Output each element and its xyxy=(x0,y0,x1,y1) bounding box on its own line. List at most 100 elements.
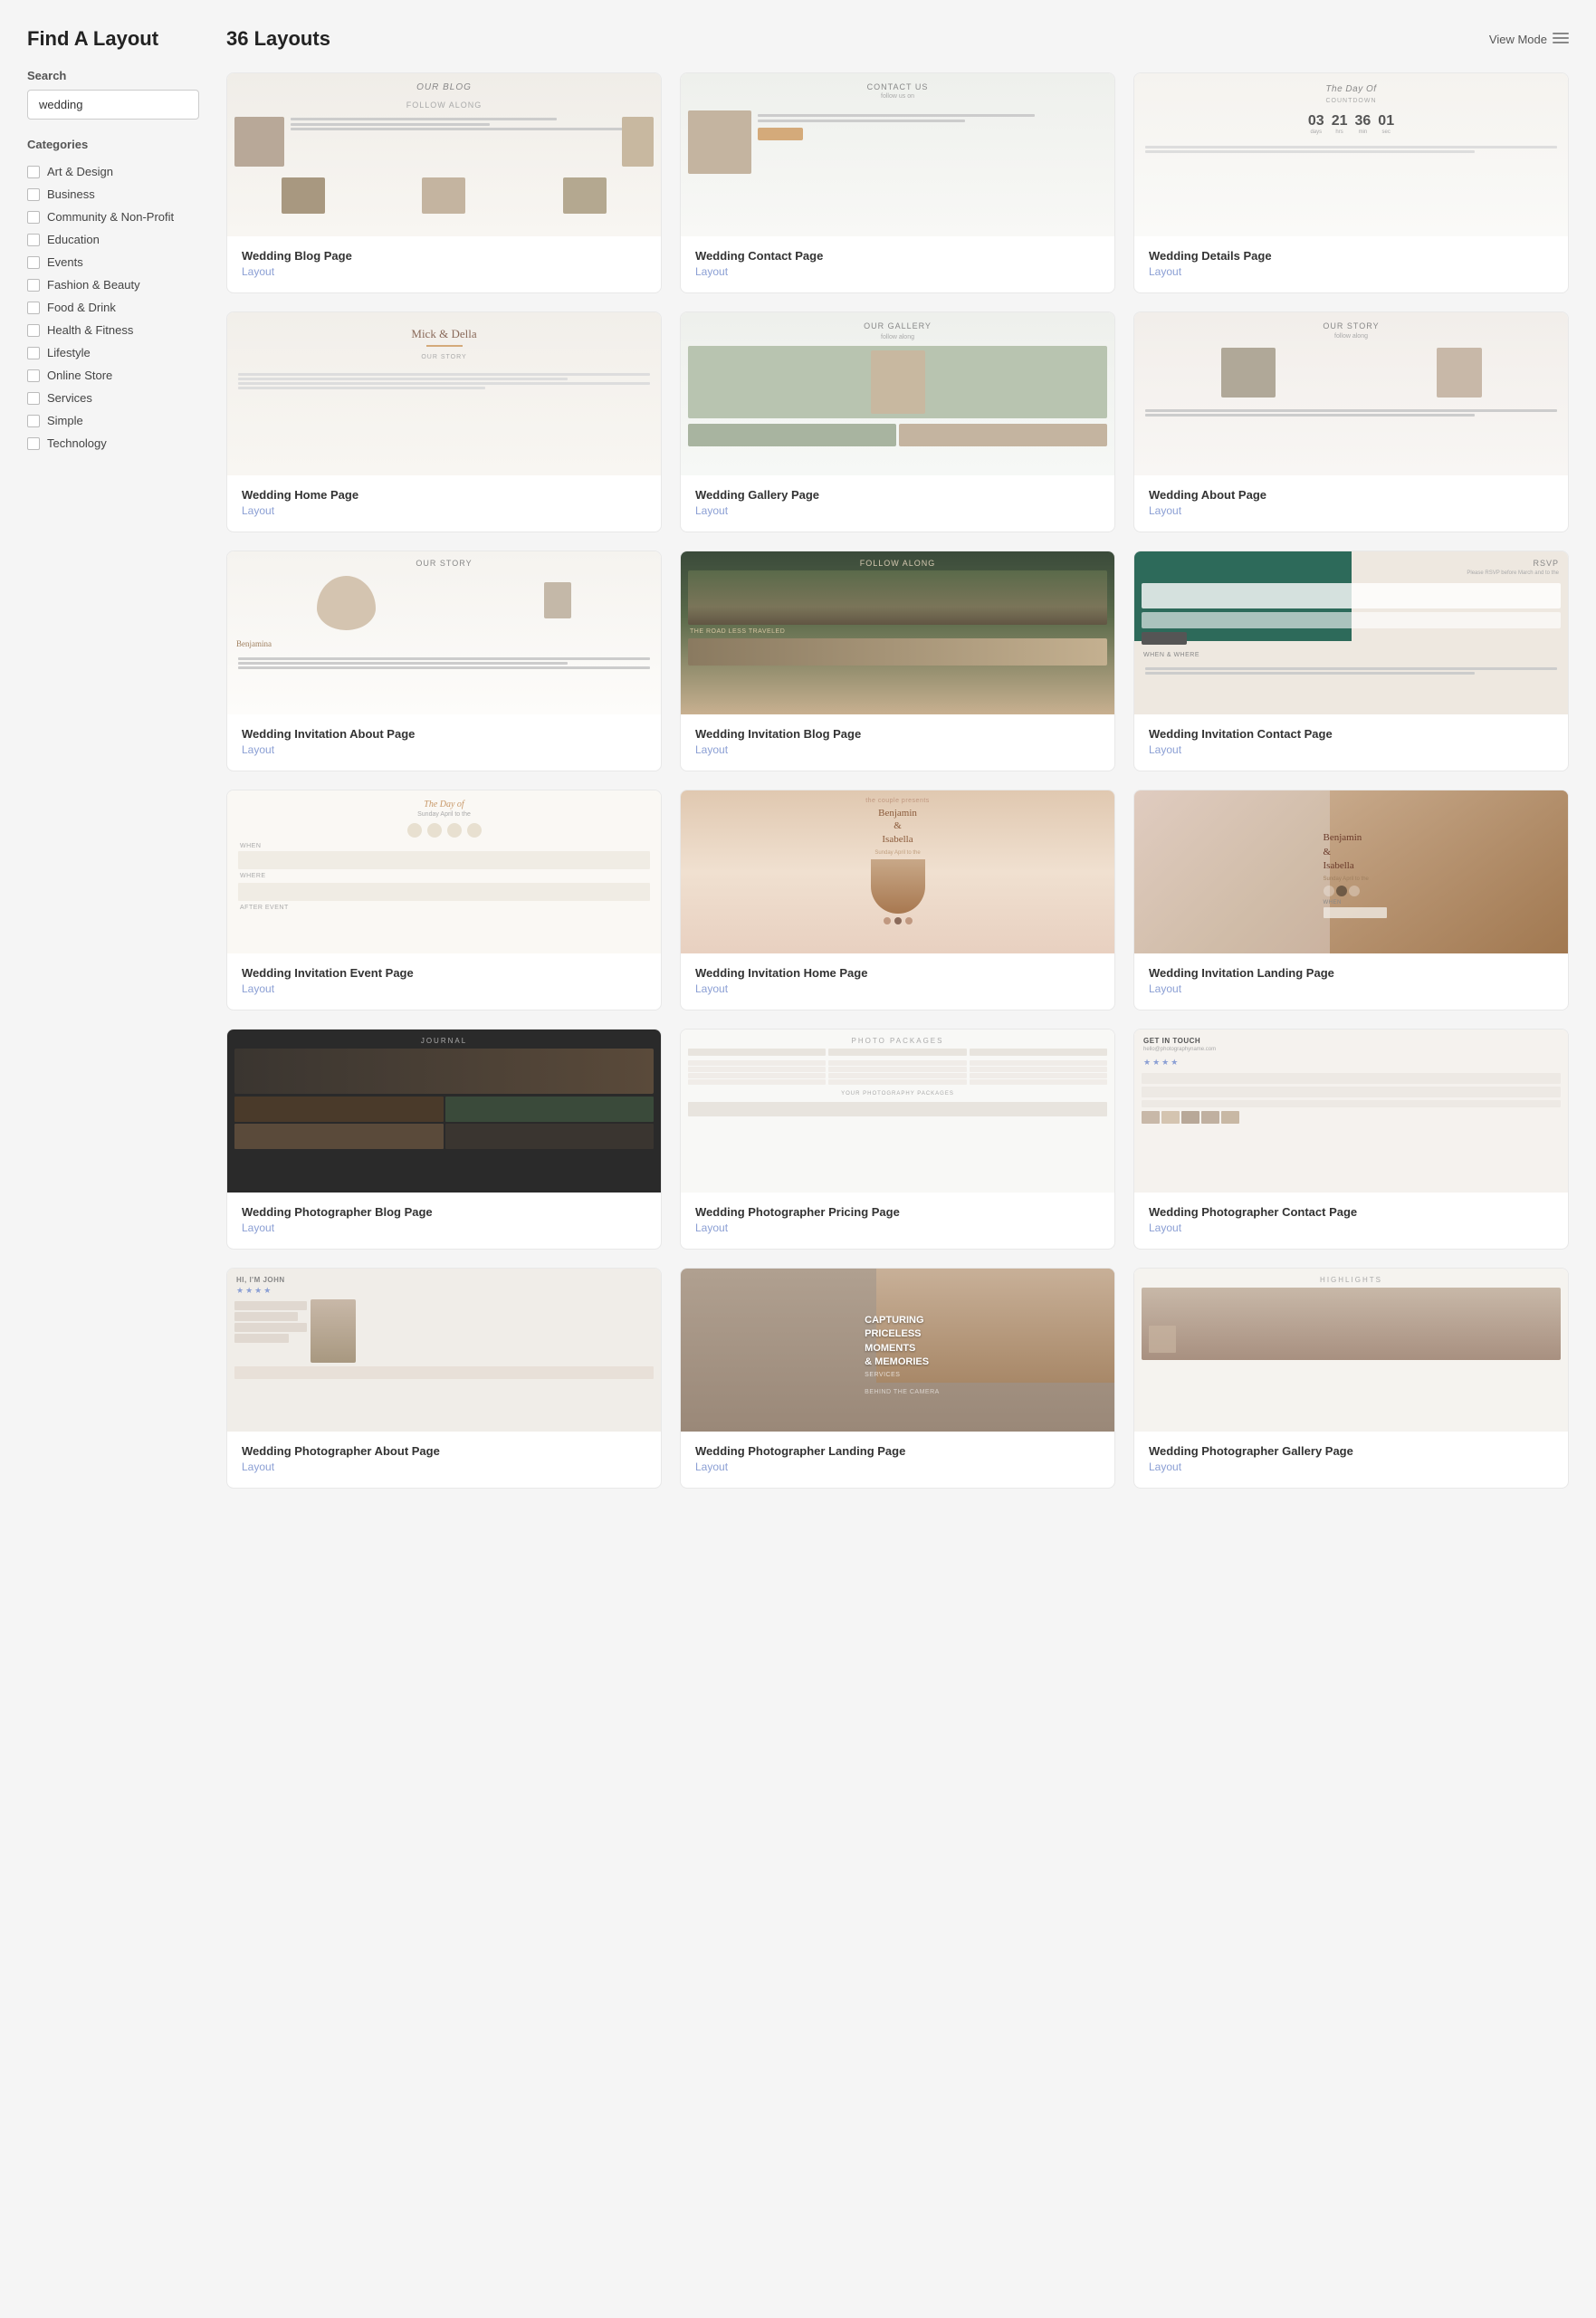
layout-type: Layout xyxy=(1149,504,1553,517)
preview-photo-landing: CAPTURINGPRICELESSMOMENTS& MEMORIES SERV… xyxy=(681,1269,1114,1432)
category-list: Art & Design Business Community & Non-Pr… xyxy=(27,160,199,455)
layout-card-wedding-gallery[interactable]: Our Gallery follow along xyxy=(680,311,1115,532)
preview-photo-about: HI, I'M JOHN ★ ★ ★ ★ xyxy=(227,1269,661,1432)
category-label-technology: Technology xyxy=(47,436,107,450)
layout-type: Layout xyxy=(695,1461,1100,1473)
preview-photo-pricing: PHOTO PACKAGES xyxy=(681,1030,1114,1193)
sidebar-item-technology[interactable]: Technology xyxy=(27,432,199,455)
checkbox-health[interactable] xyxy=(27,324,40,337)
checkbox-events[interactable] xyxy=(27,256,40,269)
layout-card-inv-blog[interactable]: Follow Along The Road Less Traveled Wedd… xyxy=(680,551,1115,771)
layout-name: Wedding About Page xyxy=(1149,488,1553,502)
layout-name: Wedding Photographer About Page xyxy=(242,1444,646,1458)
layout-name: Wedding Photographer Contact Page xyxy=(1149,1205,1553,1219)
layout-card-wedding-contact[interactable]: Contact US follow us on Wed xyxy=(680,72,1115,293)
main-content: 36 Layouts View Mode Our Blog follow alo… xyxy=(226,27,1569,2291)
category-label-food: Food & Drink xyxy=(47,301,116,314)
layout-info-inv-home: Wedding Invitation Home Page Layout xyxy=(681,953,1114,1010)
sidebar-item-art-design[interactable]: Art & Design xyxy=(27,160,199,183)
category-label-services: Services xyxy=(47,391,92,405)
layout-info-wedding-home: Wedding Home Page Layout xyxy=(227,475,661,532)
checkbox-technology[interactable] xyxy=(27,437,40,450)
page-wrapper: Find A Layout Search Categories Art & De… xyxy=(0,0,1596,2318)
layout-info-inv-event: Wedding Invitation Event Page Layout xyxy=(227,953,661,1010)
sidebar-item-online-store[interactable]: Online Store xyxy=(27,364,199,387)
sidebar-item-community[interactable]: Community & Non-Profit xyxy=(27,206,199,228)
preview-wedding-contact: Contact US follow us on xyxy=(681,73,1114,236)
layout-card-photo-about[interactable]: HI, I'M JOHN ★ ★ ★ ★ xyxy=(226,1268,662,1489)
layout-card-inv-landing[interactable]: Benjamin&Isabella Sunday April to the Wh… xyxy=(1133,790,1569,1011)
preview-photo-gallery: HIGHLIGHTS xyxy=(1134,1269,1568,1432)
layout-type: Layout xyxy=(242,982,646,995)
sidebar-item-fashion[interactable]: Fashion & Beauty xyxy=(27,273,199,296)
checkbox-lifestyle[interactable] xyxy=(27,347,40,359)
sidebar-item-lifestyle[interactable]: Lifestyle xyxy=(27,341,199,364)
sidebar-item-health[interactable]: Health & Fitness xyxy=(27,319,199,341)
sidebar-title: Find A Layout xyxy=(27,27,199,51)
checkbox-art-design[interactable] xyxy=(27,166,40,178)
checkbox-community[interactable] xyxy=(27,211,40,224)
checkbox-online-store[interactable] xyxy=(27,369,40,382)
layout-info-photo-gallery: Wedding Photographer Gallery Page Layout xyxy=(1134,1432,1568,1488)
preview-inv-home: the couple presents Benjamin&Isabella Su… xyxy=(681,790,1114,953)
layout-name: Wedding Invitation Landing Page xyxy=(1149,966,1553,980)
layout-type: Layout xyxy=(695,1221,1100,1234)
category-label-online-store: Online Store xyxy=(47,369,112,382)
sidebar-item-events[interactable]: Events xyxy=(27,251,199,273)
layout-info-photo-landing: Wedding Photographer Landing Page Layout xyxy=(681,1432,1114,1488)
checkbox-business[interactable] xyxy=(27,188,40,201)
layout-type: Layout xyxy=(1149,1461,1553,1473)
layout-type: Layout xyxy=(242,1461,646,1473)
checkbox-fashion[interactable] xyxy=(27,279,40,292)
checkbox-simple[interactable] xyxy=(27,415,40,427)
checkbox-food[interactable] xyxy=(27,302,40,314)
layout-card-photo-pricing[interactable]: PHOTO PACKAGES xyxy=(680,1029,1115,1250)
layout-card-photo-blog[interactable]: JOURNAL Wedding Photographer Blog Page L… xyxy=(226,1029,662,1250)
layout-card-photo-landing[interactable]: CAPTURINGPRICELESSMOMENTS& MEMORIES SERV… xyxy=(680,1268,1115,1489)
category-label-community: Community & Non-Profit xyxy=(47,210,174,224)
layout-card-inv-event[interactable]: The Day of Sunday April to the When Wher… xyxy=(226,790,662,1011)
layout-info-photo-blog: Wedding Photographer Blog Page Layout xyxy=(227,1193,661,1249)
layout-card-inv-contact[interactable]: RSVP Please RSVP before March and to the… xyxy=(1133,551,1569,771)
search-input[interactable] xyxy=(27,90,199,120)
sidebar-item-simple[interactable]: Simple xyxy=(27,409,199,432)
layout-card-inv-about[interactable]: Our Story Benjamina We xyxy=(226,551,662,771)
layout-card-photo-contact[interactable]: GET IN TOUCH hello@photographyname.com ★… xyxy=(1133,1029,1569,1250)
layout-info-inv-landing: Wedding Invitation Landing Page Layout xyxy=(1134,953,1568,1010)
layout-type: Layout xyxy=(242,504,646,517)
layout-card-wedding-home[interactable]: Mick & Della Our Story Wedding Home Page xyxy=(226,311,662,532)
view-mode-icon xyxy=(1553,33,1569,45)
layout-name: Wedding Photographer Pricing Page xyxy=(695,1205,1100,1219)
layout-name: Wedding Invitation Event Page xyxy=(242,966,646,980)
sidebar-item-food[interactable]: Food & Drink xyxy=(27,296,199,319)
category-label-education: Education xyxy=(47,233,100,246)
layout-type: Layout xyxy=(1149,982,1553,995)
layout-card-wedding-details[interactable]: The Day Of Countdown 03 days 21 hrs xyxy=(1133,72,1569,293)
view-mode-button[interactable]: View Mode xyxy=(1489,33,1569,46)
layout-info-photo-pricing: Wedding Photographer Pricing Page Layout xyxy=(681,1193,1114,1249)
checkbox-services[interactable] xyxy=(27,392,40,405)
layout-name: Wedding Photographer Landing Page xyxy=(695,1444,1100,1458)
category-label-art-design: Art & Design xyxy=(47,165,113,178)
search-label: Search xyxy=(27,69,199,82)
layout-card-inv-home[interactable]: the couple presents Benjamin&Isabella Su… xyxy=(680,790,1115,1011)
sidebar-item-business[interactable]: Business xyxy=(27,183,199,206)
preview-wedding-blog: Our Blog follow along xyxy=(227,73,661,236)
layout-info-photo-about: Wedding Photographer About Page Layout xyxy=(227,1432,661,1488)
checkbox-education[interactable] xyxy=(27,234,40,246)
layout-card-wedding-blog[interactable]: Our Blog follow along xyxy=(226,72,662,293)
layout-info-wedding-gallery: Wedding Gallery Page Layout xyxy=(681,475,1114,532)
sidebar-item-education[interactable]: Education xyxy=(27,228,199,251)
layout-card-photo-gallery[interactable]: HIGHLIGHTS Wedding Photographer Gallery … xyxy=(1133,1268,1569,1489)
sidebar-item-services[interactable]: Services xyxy=(27,387,199,409)
layout-info-wedding-details: Wedding Details Page Layout xyxy=(1134,236,1568,292)
category-label-health: Health & Fitness xyxy=(47,323,133,337)
layout-type: Layout xyxy=(242,743,646,756)
preview-inv-event: The Day of Sunday April to the When Wher… xyxy=(227,790,661,953)
layout-name: Wedding Details Page xyxy=(1149,249,1553,263)
layout-card-wedding-about[interactable]: Our Story follow along Wedding About xyxy=(1133,311,1569,532)
category-label-fashion: Fashion & Beauty xyxy=(47,278,140,292)
layout-info-inv-contact: Wedding Invitation Contact Page Layout xyxy=(1134,714,1568,771)
layouts-count: 36 Layouts xyxy=(226,27,330,51)
layout-name: Wedding Gallery Page xyxy=(695,488,1100,502)
